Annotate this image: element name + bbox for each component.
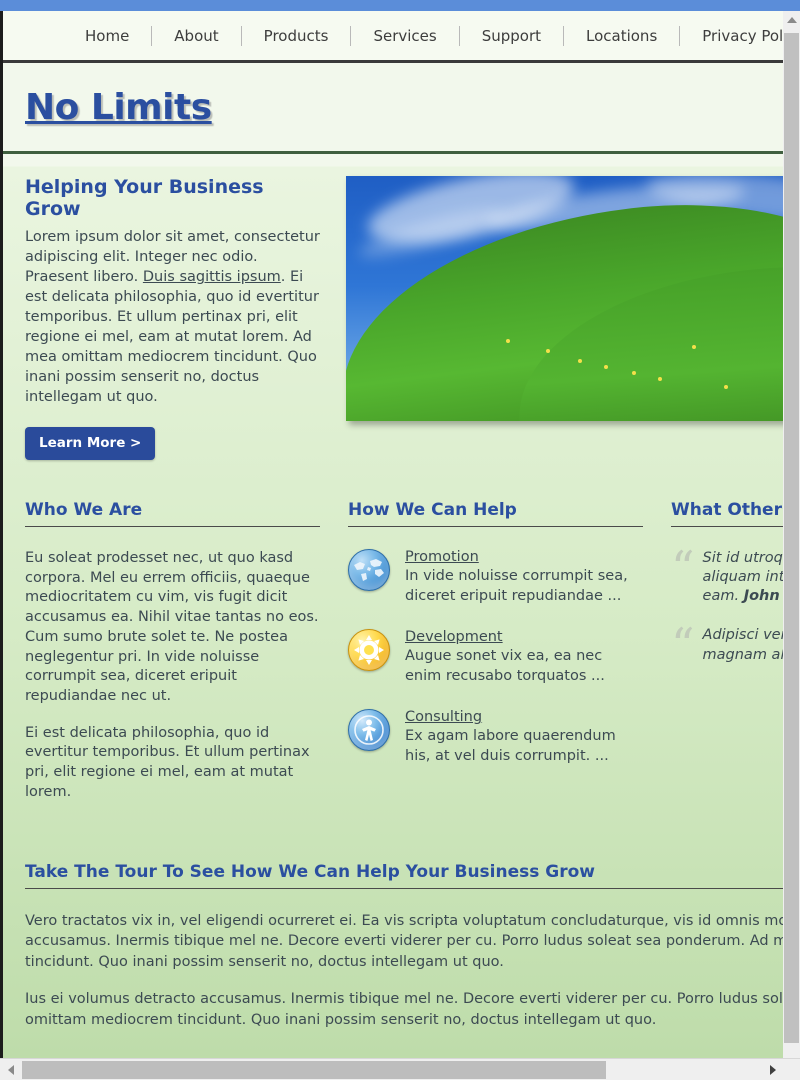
scrollbar-corner <box>783 1059 800 1080</box>
flower-dot <box>546 349 550 353</box>
horizontal-scrollbar-thumb[interactable] <box>22 1061 606 1079</box>
tour-section: Take The Tour To See How We Can Help You… <box>3 820 783 1058</box>
web-page: Home About Products Services Support Loc… <box>3 11 783 1058</box>
column-how-we-can-help: How We Can Help Promotion In vide noluis… <box>348 500 643 820</box>
hero-text-block: Helping Your Business Grow Lorem ipsum d… <box>25 176 320 460</box>
service-text-promotion: Promotion In vide noluisse corrumpit sea… <box>405 549 643 606</box>
who-we-are-paragraph-2: Ei est delicata philosophia, quo id ever… <box>25 724 310 800</box>
nav-item-home[interactable]: Home <box>63 27 151 45</box>
nav-item-about[interactable]: About <box>152 27 240 45</box>
tour-paragraph-1: Vero tractatos vix in, vel eligendi ocur… <box>25 912 783 970</box>
service-description-development: Augue sonet vix ea, ea nec enim recusabo… <box>405 648 605 684</box>
service-text-consulting: Consulting Ex agam labore quaerendum his… <box>405 709 643 766</box>
browser-top-bar <box>0 0 800 11</box>
vertical-scrollbar-thumb[interactable] <box>784 33 799 1043</box>
testimonial-body: Sit id utroque mazim fierent, aliquam in… <box>703 549 783 606</box>
tour-paragraph-2: Ius ei volumus detracto accusamus. Inerm… <box>25 991 783 1028</box>
service-link-promotion[interactable]: Promotion <box>405 549 643 565</box>
what-others-say-heading: What Others Say <box>671 500 783 520</box>
flower-dot <box>506 339 510 343</box>
page-viewport: Home About Products Services Support Loc… <box>0 11 783 1058</box>
site-branding: No Limits Helping You Grow <box>3 63 783 154</box>
testimonial-quote: Adipisci vero numquam incidunt ut magnam… <box>702 627 783 663</box>
nav-item-services[interactable]: Services <box>351 27 458 45</box>
column-who-we-are: Who We Are Eu soleat prodesset nec, ut q… <box>25 500 320 820</box>
hero-section: Helping Your Business Grow Lorem ipsum d… <box>3 154 783 460</box>
horizontal-scrollbar[interactable] <box>0 1058 800 1080</box>
heading-divider <box>25 887 783 889</box>
service-item-promotion: Promotion In vide noluisse corrumpit sea… <box>348 549 643 606</box>
testimonial-author: John Doe - <box>743 588 783 605</box>
tour-heading: Take The Tour To See How We Can Help You… <box>25 861 596 882</box>
column-what-others-say: What Others Say “ Sit id utroque mazim f… <box>671 500 783 820</box>
gear-icon <box>348 629 390 672</box>
flower-dot <box>578 359 582 363</box>
site-logo[interactable]: No Limits <box>25 87 212 128</box>
globe-icon <box>348 549 390 591</box>
testimonial-item: “ Adipisci vero numquam incidunt ut magn… <box>671 618 783 673</box>
service-item-consulting: Consulting Ex agam labore quaerendum his… <box>348 709 643 766</box>
quote-mark-icon: “ <box>671 541 695 595</box>
heading-divider <box>348 526 643 527</box>
browser-window: Home About Products Services Support Loc… <box>0 0 800 1080</box>
flower-dot <box>632 371 636 375</box>
scroll-left-arrow-icon[interactable] <box>2 1059 20 1080</box>
who-we-are-paragraph-1: Eu soleat prodesset nec, ut quo kasd cor… <box>25 550 319 705</box>
scroll-up-arrow-icon[interactable] <box>783 11 800 28</box>
testimonial-body: Adipisci vero numquam incidunt ut magnam… <box>703 626 783 665</box>
hero-inline-link[interactable]: Duis sagittis ipsum <box>143 269 281 285</box>
service-link-development[interactable]: Development <box>405 629 643 645</box>
main-navigation: Home About Products Services Support Loc… <box>3 11 783 63</box>
learn-more-button[interactable]: Learn More > <box>25 427 156 460</box>
service-description-promotion: In vide noluisse corrumpit sea, diceret … <box>405 568 628 604</box>
who-we-are-heading: Who We Are <box>25 500 143 520</box>
three-column-section: Who We Are Eu soleat prodesset nec, ut q… <box>3 460 783 820</box>
scroll-right-arrow-icon[interactable] <box>764 1059 782 1080</box>
hero-image <box>346 176 783 421</box>
quote-mark-icon: “ <box>671 618 695 673</box>
nav-item-locations[interactable]: Locations <box>564 27 679 45</box>
flower-dot <box>604 365 608 369</box>
nav-item-products[interactable]: Products <box>242 27 351 45</box>
service-item-development: Development Augue sonet vix ea, ea nec e… <box>348 629 643 686</box>
service-description-consulting: Ex agam labore quaerendum his, at vel du… <box>405 728 616 764</box>
hero-paragraph: Lorem ipsum dolor sit amet, consectetur … <box>25 227 320 407</box>
heading-divider <box>671 526 783 527</box>
flower-dot <box>692 345 696 349</box>
nav-item-privacy-policy[interactable]: Privacy Policy <box>680 27 783 45</box>
person-icon <box>348 709 390 752</box>
flower-dot <box>658 377 662 381</box>
service-text-development: Development Augue sonet vix ea, ea nec e… <box>405 629 643 686</box>
heading-divider <box>25 526 320 527</box>
flower-dot <box>724 385 728 389</box>
hero-title: Helping Your Business Grow <box>25 176 264 220</box>
how-we-can-help-heading: How We Can Help <box>348 500 517 520</box>
hero-text-part2: . Ei est delicata philosophia, quo id ev… <box>25 269 319 405</box>
vertical-scrollbar[interactable] <box>783 11 800 1058</box>
testimonial-item: “ Sit id utroque mazim fierent, aliquam … <box>671 541 783 606</box>
nav-item-support[interactable]: Support <box>460 27 563 45</box>
service-link-consulting[interactable]: Consulting <box>405 709 643 725</box>
